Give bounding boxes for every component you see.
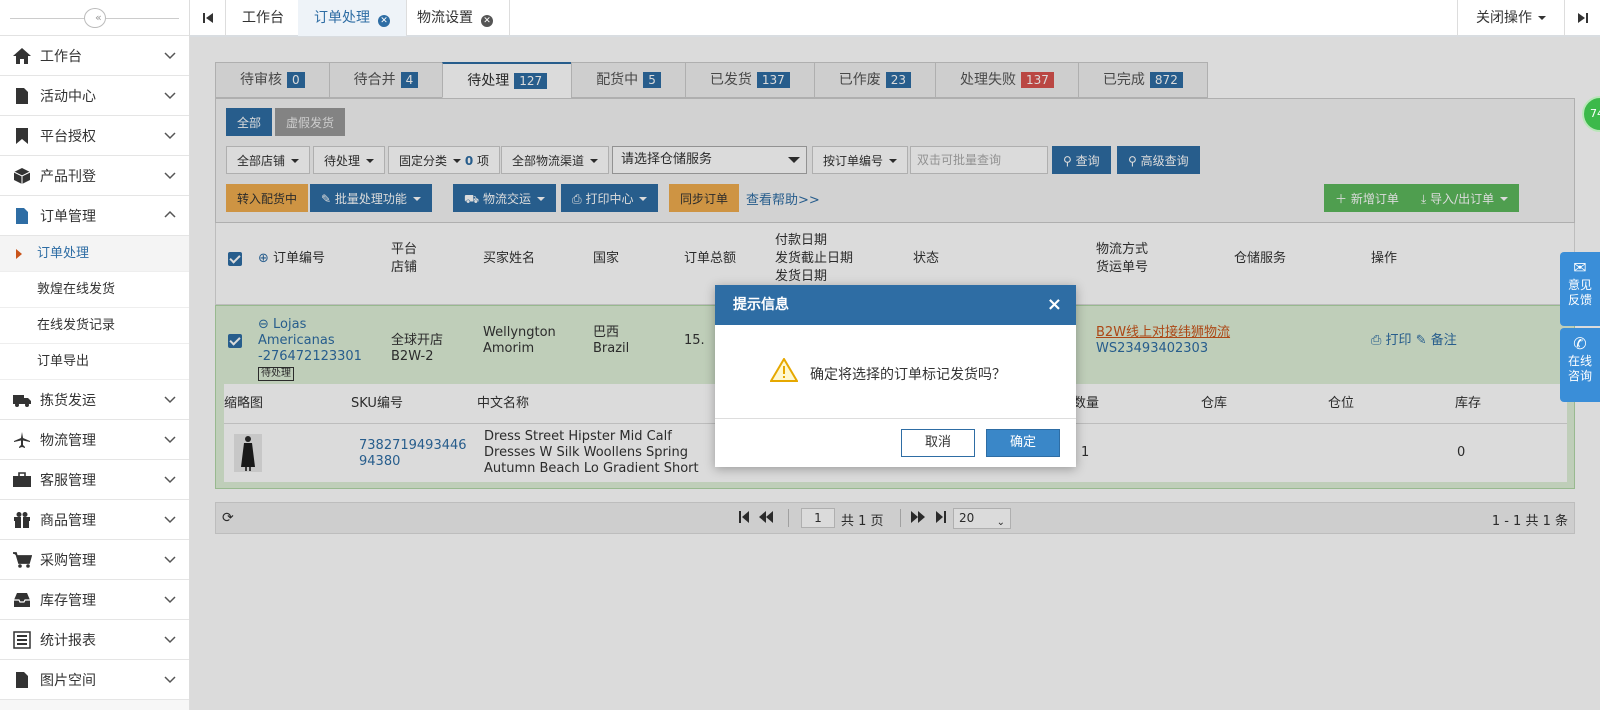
chevron-down-icon — [164, 476, 176, 484]
chevron-down-icon — [164, 132, 176, 140]
document-icon — [12, 670, 32, 690]
online-consult-button[interactable]: ✆ 在线 咨询 — [1560, 328, 1600, 402]
list-icon — [12, 630, 32, 650]
cube-icon — [12, 166, 32, 186]
phone-icon: ✆ — [1573, 334, 1587, 353]
truck-icon — [12, 390, 32, 410]
sidebar-item-label: 拣货发运 — [40, 392, 96, 409]
bookmark-icon — [12, 126, 32, 146]
chevron-down-icon — [164, 636, 176, 644]
chevron-down-icon — [164, 676, 176, 684]
briefcase-icon — [12, 470, 32, 490]
sidebar-item-label: 订单管理 — [40, 208, 96, 225]
skip-first-icon — [202, 13, 213, 23]
sidebar-item-label: 产品刊登 — [40, 168, 96, 185]
confirm-dialog: 提示信息 × 确定将选择的订单标记发货吗？ 取消 确定 — [715, 285, 1076, 467]
dialog-body: 确定将选择的订单标记发货吗？ — [715, 325, 1076, 419]
tab-label: 订单处理 — [314, 10, 370, 26]
confirm-button[interactable]: 确定 — [986, 429, 1060, 457]
chevron-down-icon — [164, 556, 176, 564]
sidebar-item-purchase[interactable]: 采购管理 — [0, 540, 189, 580]
sidebar-item-products[interactable]: 商品管理 — [0, 500, 189, 540]
mail-icon: ✉ — [1573, 258, 1587, 277]
tab-workbench[interactable]: 工作台 — [226, 0, 301, 36]
sidebar-item-label: 统计报表 — [40, 632, 96, 649]
sidebar-item-listing[interactable]: 产品刊登 — [0, 156, 189, 196]
sidebar-item-label: 客服管理 — [40, 472, 96, 489]
chevron-down-icon — [164, 596, 176, 604]
sidebar-item-label: 商品管理 — [40, 512, 96, 529]
chevron-up-icon — [164, 210, 176, 218]
sidebar-item-picking[interactable]: 拣货发运 — [0, 380, 189, 420]
tab-logistics-settings[interactable]: 物流设置 ✕ — [401, 0, 510, 36]
chevron-down-icon — [164, 52, 176, 60]
sidebar-item-label: 图片空间 — [40, 672, 96, 689]
sidebar: « 工作台 活动中心 平台授权 产品刊登 订单管理 订单处理 敦煌在线发货 在线… — [0, 0, 190, 710]
sidebar-item-label: 采购管理 — [40, 552, 96, 569]
sidebar-item-inventory[interactable]: 库存管理 — [0, 580, 189, 620]
sidebar-item-workbench[interactable]: 工作台 — [0, 36, 189, 76]
sidebar-item-activity[interactable]: 活动中心 — [0, 76, 189, 116]
chevron-down-icon — [164, 516, 176, 524]
sidebar-item-label: 库存管理 — [40, 592, 96, 609]
caret-down-icon — [1538, 16, 1546, 20]
sidebar-sub-order-export[interactable]: 订单导出 — [0, 344, 189, 380]
sidebar-item-label: 平台授权 — [40, 128, 96, 145]
floating-sidebar: ✉ 意见 反馈 ✆ 在线 咨询 — [1560, 252, 1600, 402]
first-tab-button[interactable] — [190, 0, 226, 36]
cancel-button[interactable]: 取消 — [901, 429, 975, 457]
sidebar-sub-order-processing[interactable]: 订单处理 — [0, 236, 189, 272]
chevron-down-icon — [164, 92, 176, 100]
sidebar-item-orders[interactable]: 订单管理 — [0, 196, 189, 236]
plane-icon — [12, 430, 32, 450]
sidebar-sub-shipping-records[interactable]: 在线发货记录 — [0, 308, 189, 344]
close-icon[interactable]: × — [1047, 285, 1062, 325]
warning-icon — [770, 358, 798, 382]
dialog-header: 提示信息 × — [715, 285, 1076, 325]
cart-icon — [12, 550, 32, 570]
dialog-message: 确定将选择的订单标记发货吗？ — [810, 367, 1006, 383]
tab-order-processing[interactable]: 订单处理 ✕ — [298, 0, 407, 36]
sidebar-item-logistics[interactable]: 物流管理 — [0, 420, 189, 460]
tab-label: 物流设置 — [417, 10, 473, 26]
last-tab-button[interactable] — [1564, 0, 1600, 36]
collapse-icon[interactable]: « — [84, 8, 106, 28]
sidebar-collapse: « — [0, 0, 189, 36]
home-icon — [12, 46, 32, 66]
dialog-title: 提示信息 — [733, 297, 789, 313]
gift-icon — [12, 510, 32, 530]
close-icon[interactable]: ✕ — [481, 15, 493, 27]
sidebar-item-label: 物流管理 — [40, 432, 96, 449]
top-tab-bar: 工作台 订单处理 ✕ 物流设置 ✕ 关闭操作 — [190, 0, 1600, 37]
chevron-down-icon — [164, 396, 176, 404]
sidebar-item-reports[interactable]: 统计报表 — [0, 620, 189, 660]
chevron-down-icon — [164, 172, 176, 180]
sidebar-item-label: 活动中心 — [40, 88, 96, 105]
inbox-icon — [12, 590, 32, 610]
sidebar-item-platform-auth[interactable]: 平台授权 — [0, 116, 189, 156]
document-icon — [12, 206, 32, 226]
close-icon[interactable]: ✕ — [378, 15, 390, 27]
sidebar-item-label: 工作台 — [40, 48, 82, 65]
chevron-down-icon — [164, 436, 176, 444]
sidebar-sub-dhgate-shipping[interactable]: 敦煌在线发货 — [0, 272, 189, 308]
sidebar-item-customer-service[interactable]: 客服管理 — [0, 460, 189, 500]
feedback-button[interactable]: ✉ 意见 反馈 — [1560, 252, 1600, 326]
document-icon — [12, 86, 32, 106]
sidebar-item-images[interactable]: 图片空间 — [0, 660, 189, 700]
tab-label: 工作台 — [242, 10, 284, 26]
skip-last-icon — [1577, 13, 1588, 23]
close-ops-dropdown[interactable]: 关闭操作 — [1457, 0, 1564, 36]
